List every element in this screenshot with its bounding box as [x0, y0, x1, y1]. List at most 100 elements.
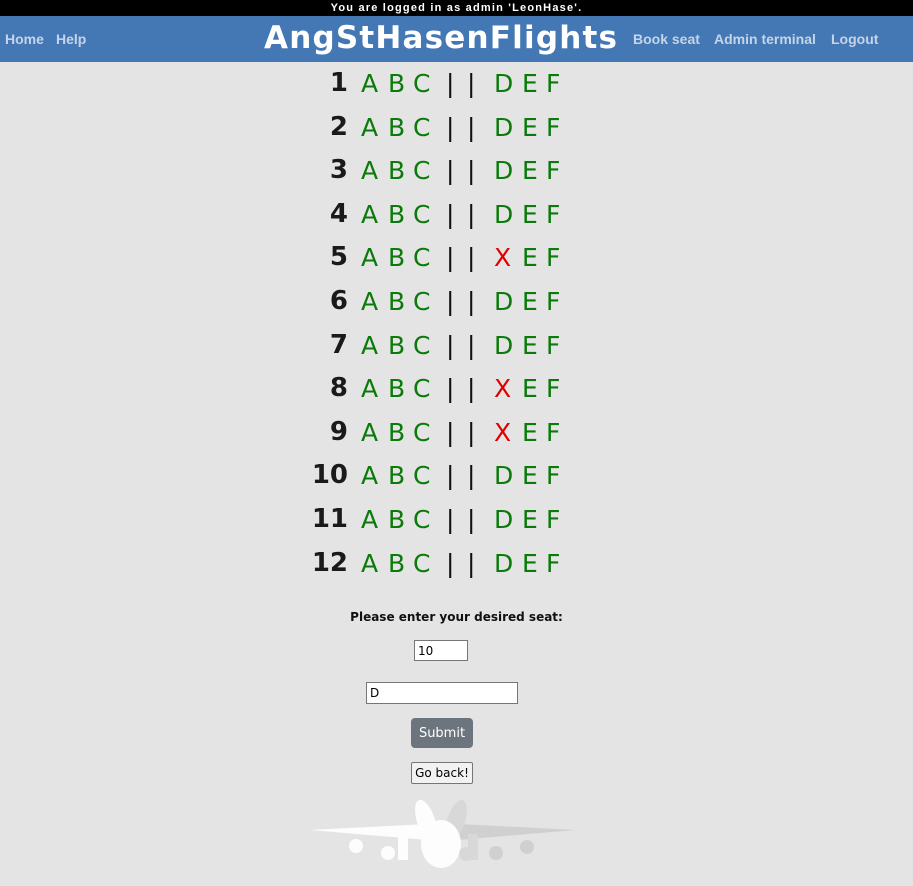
aisle-divider: |	[446, 156, 455, 186]
seat-available[interactable]: E	[522, 62, 538, 105]
seat-available[interactable]: B	[388, 62, 405, 105]
seat-available[interactable]: A	[361, 236, 378, 279]
seat-available[interactable]: F	[546, 324, 560, 367]
seat-available[interactable]: B	[388, 236, 405, 279]
seat-available[interactable]: C	[413, 280, 430, 323]
seat-available[interactable]: A	[361, 411, 378, 454]
seat-available[interactable]: C	[413, 236, 430, 279]
seat-available[interactable]: E	[522, 280, 538, 323]
seat-available[interactable]: C	[413, 367, 430, 410]
seat-available[interactable]: E	[522, 367, 538, 410]
seat-available[interactable]: F	[546, 367, 560, 410]
seat-row: 4 A B C D E F | |	[0, 193, 913, 236]
seat-available[interactable]: E	[522, 149, 538, 192]
seat-available[interactable]: A	[361, 62, 378, 105]
seat-available[interactable]: F	[546, 498, 560, 541]
seat-available[interactable]: D	[494, 193, 513, 236]
row-number: 5	[329, 242, 348, 273]
seat-available[interactable]: D	[494, 280, 513, 323]
seat-available[interactable]: F	[546, 193, 560, 236]
aisle-divider: |	[446, 417, 455, 447]
row-number: 6	[329, 286, 348, 316]
seat-available[interactable]: D	[494, 106, 513, 149]
seat-available[interactable]: C	[413, 542, 430, 585]
seat-available[interactable]: A	[361, 324, 378, 367]
aisle-divider: |	[467, 330, 476, 360]
seat-available[interactable]: B	[388, 280, 405, 323]
aisle-divider: |	[446, 69, 455, 98]
seat-available[interactable]: F	[546, 106, 560, 149]
seat-available[interactable]: F	[546, 280, 560, 323]
row-number: 1	[329, 68, 348, 98]
seat-available[interactable]: B	[388, 106, 405, 149]
go-back-button[interactable]: Go back!	[411, 762, 473, 784]
seat-available[interactable]: D	[494, 498, 513, 541]
seat-available[interactable]: C	[413, 106, 430, 149]
seat-available[interactable]: C	[413, 498, 430, 541]
nav-book-seat-link[interactable]: Book seat	[633, 16, 700, 62]
seat-available[interactable]: A	[361, 193, 378, 236]
seat-available[interactable]: D	[494, 542, 513, 585]
seat-row-input[interactable]	[414, 640, 468, 661]
seat-available[interactable]: E	[522, 236, 538, 279]
seat-available[interactable]: A	[361, 542, 378, 585]
seat-available[interactable]: B	[388, 454, 405, 497]
nav-logout-link[interactable]: Logout	[831, 16, 878, 62]
seat-available[interactable]: B	[388, 324, 405, 367]
seat-available[interactable]: D	[494, 149, 513, 192]
aisle-divider: |	[467, 243, 476, 273]
aisle-divider: |	[467, 287, 476, 316]
seat-available[interactable]: C	[413, 411, 430, 454]
seat-available[interactable]: D	[494, 62, 513, 105]
seat-available[interactable]: B	[388, 411, 405, 454]
seat-available[interactable]: A	[361, 454, 378, 497]
seat-available[interactable]: A	[361, 149, 378, 192]
seat-available[interactable]: F	[546, 62, 560, 105]
nav-admin-terminal-link[interactable]: Admin terminal	[714, 16, 816, 62]
seat-available[interactable]: F	[546, 454, 560, 497]
seat-available[interactable]: C	[413, 324, 430, 367]
seat-available[interactable]: B	[388, 498, 405, 541]
seat-available[interactable]: A	[361, 280, 378, 323]
seat-available[interactable]: C	[413, 454, 430, 497]
seat-row: 12 A B C D E F | |	[0, 542, 913, 585]
seat-available[interactable]: E	[522, 411, 538, 454]
seat-available[interactable]: E	[522, 542, 538, 585]
aisle-divider: |	[446, 112, 455, 142]
seat-available[interactable]: E	[522, 324, 538, 367]
aisle-divider: |	[467, 548, 476, 578]
submit-button[interactable]: Submit	[411, 718, 473, 748]
seat-available[interactable]: A	[361, 367, 378, 410]
seat-available[interactable]: A	[361, 106, 378, 149]
seat-available[interactable]: E	[522, 498, 538, 541]
seat-available[interactable]: A	[361, 498, 378, 541]
seat-row: 10 A B C D E F | |	[0, 454, 913, 497]
seat-row: 5 A B C X E F | |	[0, 236, 913, 279]
seat-letter-input[interactable]	[366, 682, 518, 704]
seat-row: 8 A B C X E F | |	[0, 367, 913, 410]
aisle-divider: |	[446, 287, 455, 316]
seat-available[interactable]: B	[388, 367, 405, 410]
seat-available[interactable]: B	[388, 149, 405, 192]
seat-row: 1 A B C D E F | |	[0, 62, 913, 105]
seat-available[interactable]: C	[413, 149, 430, 192]
seat-available[interactable]: C	[413, 62, 430, 105]
seat-available[interactable]: D	[494, 454, 513, 497]
nav-help-link[interactable]: Help	[56, 16, 86, 62]
seat-available[interactable]: B	[388, 193, 405, 236]
seat-available[interactable]: F	[546, 236, 560, 279]
seat-available[interactable]: C	[413, 193, 430, 236]
aisle-divider: |	[446, 374, 455, 404]
aisle-divider: |	[446, 199, 455, 229]
seat-prompt: Please enter your desired seat:	[350, 610, 563, 624]
seat-available[interactable]: B	[388, 542, 405, 585]
seat-available[interactable]: E	[522, 454, 538, 497]
seat-available[interactable]: E	[522, 106, 538, 149]
seat-available[interactable]: F	[546, 542, 560, 585]
seat-available[interactable]: F	[546, 411, 560, 454]
seat-available[interactable]: E	[522, 193, 538, 236]
row-number: 12	[311, 547, 348, 578]
nav-home-link[interactable]: Home	[5, 16, 44, 62]
seat-available[interactable]: D	[494, 324, 513, 367]
seat-available[interactable]: F	[546, 149, 560, 192]
